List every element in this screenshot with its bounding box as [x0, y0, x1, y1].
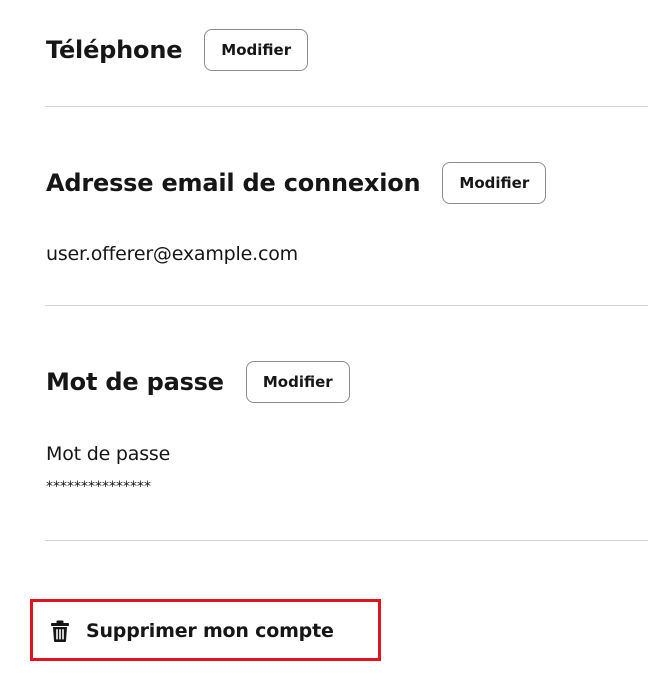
password-field-label: Mot de passe: [46, 443, 171, 465]
divider: [45, 540, 648, 541]
email-title: Adresse email de connexion: [46, 169, 421, 197]
email-modify-button[interactable]: Modifier: [442, 162, 547, 204]
phone-title: Téléphone: [46, 36, 183, 64]
delete-account-label: Supprimer mon compte: [86, 620, 334, 642]
divider: [45, 305, 648, 306]
delete-account-button[interactable]: Supprimer mon compte: [48, 613, 334, 649]
password-header: Mot de passe Modifier: [46, 361, 648, 403]
email-header: Adresse email de connexion Modifier: [46, 162, 648, 204]
phone-header: Téléphone Modifier: [46, 29, 648, 71]
password-section: Mot de passe Modifier: [46, 361, 648, 403]
trash-icon: [48, 619, 72, 643]
email-section: Adresse email de connexion Modifier: [46, 162, 648, 204]
divider: [45, 106, 648, 107]
password-masked-value: ***************: [46, 479, 151, 495]
phone-section: Téléphone Modifier: [46, 29, 648, 71]
password-modify-button[interactable]: Modifier: [245, 361, 350, 403]
phone-modify-button[interactable]: Modifier: [204, 29, 309, 71]
email-value: user.offerer@example.com: [46, 243, 298, 265]
password-title: Mot de passe: [46, 368, 224, 396]
